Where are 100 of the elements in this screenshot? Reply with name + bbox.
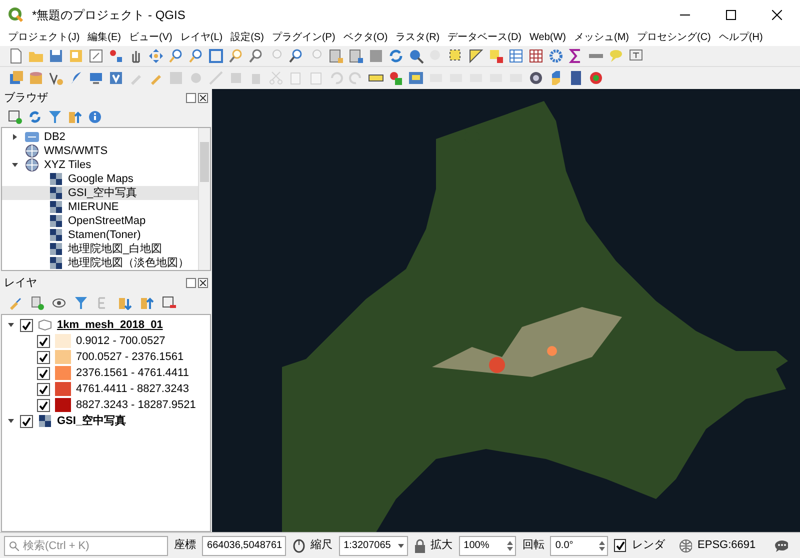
crs-button[interactable]: EPSG:6691	[698, 537, 756, 554]
browser-item[interactable]: MIERUNE	[2, 200, 198, 214]
collapse-all-icon[interactable]	[140, 296, 154, 310]
layer-name[interactable]: 1km_mesh_2018_01	[57, 316, 163, 334]
menu-item[interactable]: メッシュ(M)	[570, 30, 633, 46]
refresh-icon[interactable]	[28, 110, 42, 124]
browser-item[interactable]: XYZ Tiles	[2, 158, 198, 172]
legend-label: 4761.4411 - 8827.3243	[76, 382, 189, 397]
menu-item[interactable]: レイヤ(L)	[176, 30, 227, 46]
zoom-selection-icon[interactable]	[228, 48, 244, 64]
browser-item[interactable]: WMS/WMTS	[2, 144, 198, 158]
globe-icon	[24, 157, 40, 173]
checkbox[interactable]	[37, 350, 50, 364]
menu-item[interactable]: ベクタ(O)	[339, 30, 392, 46]
menu-item[interactable]: ラスタ(R)	[392, 30, 444, 46]
browser-item[interactable]: DB2	[2, 130, 198, 144]
render-label: レンダ	[632, 538, 665, 554]
menu-item[interactable]: ヘルプ(H)	[714, 30, 767, 46]
browser-item[interactable]: Stamen(Toner)	[2, 228, 198, 242]
save-icon[interactable]	[48, 48, 64, 64]
checkbox[interactable]	[20, 414, 33, 428]
zoom-layer-icon[interactable]	[248, 48, 264, 64]
scrollbar[interactable]	[198, 128, 210, 270]
checkbox[interactable]	[37, 334, 50, 348]
browser-item[interactable]: GSI_空中写真	[2, 186, 198, 200]
search-field[interactable]: 検索(Ctrl + K)	[4, 536, 168, 556]
identify-icon[interactable]	[408, 48, 424, 64]
plugin-icon[interactable]	[588, 70, 604, 86]
checkbox[interactable]	[37, 398, 50, 412]
deselect-icon[interactable]	[488, 48, 504, 64]
close-panel-button[interactable]	[198, 93, 208, 103]
menu-item[interactable]: プロセシング(C)	[633, 30, 715, 46]
remove-layer-icon[interactable]	[162, 296, 176, 310]
info-icon[interactable]	[88, 110, 102, 124]
zoom-last-icon[interactable]	[288, 48, 304, 64]
add-icon[interactable]	[8, 110, 22, 124]
chat-bubble-icon[interactable]	[774, 538, 788, 552]
menu-item[interactable]: データベース(D)	[444, 30, 526, 46]
rotation-field[interactable]: 0.0°	[550, 536, 608, 556]
bookmark-list-icon[interactable]	[348, 48, 364, 64]
select-polygon-icon[interactable]	[468, 48, 484, 64]
v-square-icon[interactable]	[108, 70, 124, 86]
add-group-icon[interactable]	[30, 296, 44, 310]
scale-field[interactable]: 1:3207065	[338, 536, 408, 556]
filter-icon[interactable]	[74, 296, 88, 310]
menu-item[interactable]: プロジェクト(J)	[4, 30, 84, 46]
tile-grid-icon	[48, 227, 64, 243]
zoom-out-icon[interactable]	[188, 48, 204, 64]
bookmark-icon[interactable]	[328, 48, 344, 64]
menu-item[interactable]: プラグイン(P)	[268, 30, 340, 46]
brush-icon[interactable]	[8, 296, 22, 310]
menu-item[interactable]: Web(W)	[526, 30, 570, 46]
layer-name[interactable]: GSI_空中写真	[57, 412, 126, 430]
menu-item[interactable]: 編集(E)	[84, 30, 126, 46]
browser-item[interactable]: Google Maps	[2, 172, 198, 186]
maximize-icon	[726, 10, 736, 20]
float-button[interactable]	[186, 93, 196, 103]
vector-icon[interactable]	[48, 70, 64, 86]
layout-icon[interactable]	[88, 48, 104, 64]
zoom-full-icon[interactable]	[208, 48, 224, 64]
legend-label: 2376.1561 - 4761.4411	[76, 366, 189, 381]
zoom-in-icon[interactable]	[168, 48, 184, 64]
style-icon[interactable]	[108, 48, 124, 64]
tile-grid-icon	[48, 185, 64, 201]
menu-item[interactable]: 設定(S)	[226, 30, 268, 46]
close-icon	[772, 10, 782, 20]
attribute-table-icon[interactable]	[508, 48, 524, 64]
browser-item[interactable]: 地理院地図（淡色地図）	[2, 256, 198, 270]
pan-arrows-icon[interactable]	[148, 48, 164, 64]
layer-stack-icon[interactable]	[8, 70, 24, 86]
label-layer-icon[interactable]	[388, 70, 404, 86]
browser-item[interactable]: OpenStreetMap	[2, 214, 198, 228]
float-button[interactable]	[186, 278, 196, 288]
magnifier-field[interactable]: 100%	[458, 536, 516, 556]
checkbox[interactable]	[37, 366, 50, 380]
browser-item[interactable]: 地理院地図_白地図	[2, 242, 198, 256]
mouse-icon[interactable]	[292, 538, 305, 552]
gear-icon[interactable]	[548, 48, 564, 64]
document-icon[interactable]	[8, 48, 24, 64]
coordinate-field[interactable]: 664036,5048761	[202, 536, 286, 556]
collapse-icon[interactable]	[68, 110, 82, 124]
eye-icon[interactable]	[52, 296, 66, 310]
spin-arrows-icon	[505, 538, 516, 552]
checkbox[interactable]	[37, 382, 50, 396]
tile-grid-icon	[48, 171, 64, 187]
calculator-table-icon[interactable]	[528, 48, 544, 64]
close-panel-button[interactable]	[198, 278, 208, 288]
globe-icon	[678, 538, 692, 552]
checkbox[interactable]	[20, 318, 33, 332]
menu-item[interactable]: ビュー(V)	[125, 30, 176, 46]
label-map-icon[interactable]	[408, 70, 424, 86]
refresh-icon[interactable]	[388, 48, 404, 64]
expand-all-icon[interactable]	[118, 296, 132, 310]
polygon-icon	[37, 317, 53, 333]
app-logo-icon	[8, 7, 24, 23]
checkbox[interactable]	[614, 539, 626, 552]
feather-icon[interactable]	[68, 70, 84, 86]
monitor-icon[interactable]	[88, 70, 104, 86]
filter-icon[interactable]	[48, 110, 62, 124]
lock-icon[interactable]	[414, 538, 425, 552]
